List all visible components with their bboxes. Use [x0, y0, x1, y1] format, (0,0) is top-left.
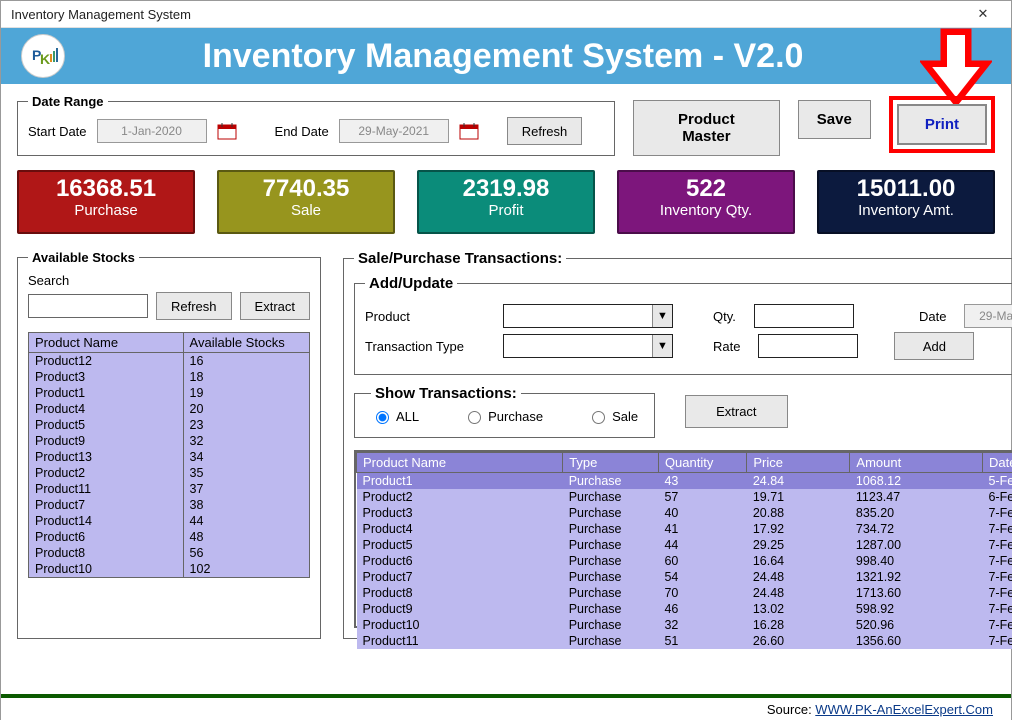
- qty-label: Qty.: [713, 309, 736, 324]
- product-combo[interactable]: ▼: [503, 304, 673, 328]
- stocks-table[interactable]: Product Name Available Stocks Product121…: [28, 332, 310, 578]
- start-date-input[interactable]: [97, 119, 207, 143]
- available-stocks-legend: Available Stocks: [28, 250, 139, 265]
- end-date-input[interactable]: [339, 119, 449, 143]
- metric-sale: 7740.35 Sale: [217, 170, 395, 234]
- table-row[interactable]: Product523: [29, 417, 310, 433]
- txn-type-label: Transaction Type: [365, 339, 485, 354]
- svg-text:K: K: [40, 51, 50, 67]
- metric-profit: 2319.98 Profit: [417, 170, 595, 234]
- start-date-label: Start Date: [28, 124, 87, 139]
- end-date-label: End Date: [275, 124, 329, 139]
- metric-inventory-amt: 15011.00 Inventory Amt.: [817, 170, 995, 234]
- radio-all[interactable]: ALL: [371, 408, 419, 424]
- show-transactions-group: Show Transactions: ALL Purchase Sale: [354, 385, 655, 438]
- qty-input[interactable]: [754, 304, 854, 328]
- table-row[interactable]: Product1Purchase4324.841068.125-Feb-20: [357, 473, 1012, 490]
- add-update-group: Add/Update Product ▼ Qty. Date: [354, 275, 1012, 375]
- window-close-icon[interactable]: ✕: [961, 1, 1005, 27]
- calendar-icon[interactable]: [217, 121, 237, 141]
- table-row[interactable]: Product6Purchase6016.64998.407-Feb-20: [357, 553, 1012, 569]
- logo-icon: P K: [21, 34, 65, 78]
- footer-link[interactable]: WWW.PK-AnExcelExpert.Com: [815, 702, 993, 717]
- metric-inventory-qty: 522 Inventory Qty.: [617, 170, 795, 234]
- stocks-extract-button[interactable]: Extract: [240, 292, 310, 320]
- table-row[interactable]: Product5Purchase4429.251287.007-Feb-20: [357, 537, 1012, 553]
- table-row[interactable]: Product856: [29, 545, 310, 561]
- rate-label: Rate: [713, 339, 740, 354]
- table-row[interactable]: Product235: [29, 465, 310, 481]
- table-row[interactable]: Product9Purchase4613.02598.927-Feb-20: [357, 601, 1012, 617]
- add-button[interactable]: Add: [894, 332, 974, 360]
- stocks-search-input[interactable]: [28, 294, 148, 318]
- date-range-legend: Date Range: [28, 94, 108, 109]
- footer-label: Source:: [767, 702, 815, 717]
- calendar-icon[interactable]: [459, 121, 479, 141]
- add-update-legend: Add/Update: [365, 275, 457, 292]
- table-row[interactable]: Product1137: [29, 481, 310, 497]
- window-title: Inventory Management System: [11, 7, 191, 22]
- stocks-col-qty: Available Stocks: [183, 333, 309, 353]
- table-row[interactable]: Product119: [29, 385, 310, 401]
- available-stocks-group: Available Stocks Search Refresh Extract …: [17, 250, 321, 639]
- table-row[interactable]: Product932: [29, 433, 310, 449]
- refresh-button[interactable]: Refresh: [507, 117, 583, 145]
- print-highlight-box: Print: [889, 96, 995, 153]
- txn-date-label: Date: [919, 309, 946, 324]
- table-row[interactable]: Product10102: [29, 561, 310, 578]
- transactions-table-wrap: Product Name Type Quantity Price Amount …: [354, 450, 1012, 628]
- table-row[interactable]: Product420: [29, 401, 310, 417]
- transactions-legend: Sale/Purchase Transactions:: [354, 250, 566, 267]
- show-transactions-legend: Show Transactions:: [371, 385, 521, 402]
- table-row[interactable]: Product7Purchase5424.481321.927-Feb-20: [357, 569, 1012, 585]
- table-row[interactable]: Product738: [29, 497, 310, 513]
- stocks-col-name: Product Name: [29, 333, 184, 353]
- table-row[interactable]: Product1444: [29, 513, 310, 529]
- radio-purchase[interactable]: Purchase: [463, 408, 543, 424]
- metrics-row: 16368.51 Purchase 7740.35 Sale 2319.98 P…: [17, 170, 995, 234]
- stocks-refresh-button[interactable]: Refresh: [156, 292, 232, 320]
- transactions-extract-button[interactable]: Extract: [685, 395, 787, 428]
- metric-purchase: 16368.51 Purchase: [17, 170, 195, 234]
- rate-input[interactable]: [758, 334, 858, 358]
- table-row[interactable]: Product10Purchase3216.28520.967-Feb-20: [357, 617, 1012, 633]
- table-row[interactable]: Product318: [29, 369, 310, 385]
- table-row[interactable]: Product2Purchase5719.711123.476-Feb-20: [357, 489, 1012, 505]
- table-row[interactable]: Product1334: [29, 449, 310, 465]
- table-row[interactable]: Product11Purchase5126.601356.607-Feb-20: [357, 633, 1012, 649]
- product-master-button[interactable]: Product Master: [633, 100, 780, 156]
- table-row[interactable]: Product4Purchase4117.92734.727-Feb-20: [357, 521, 1012, 537]
- transactions-group: Sale/Purchase Transactions: Add/Update P…: [343, 250, 1012, 639]
- table-row[interactable]: Product8Purchase7024.481713.607-Feb-20: [357, 585, 1012, 601]
- search-label: Search: [28, 273, 310, 288]
- date-range-group: Date Range Start Date End Date Refresh: [17, 94, 615, 156]
- window-titlebar: Inventory Management System ✕: [1, 1, 1011, 28]
- transactions-table[interactable]: Product Name Type Quantity Price Amount …: [356, 452, 1012, 649]
- save-button[interactable]: Save: [798, 100, 871, 139]
- txn-type-combo[interactable]: ▼: [503, 334, 673, 358]
- table-row[interactable]: Product3Purchase4020.88835.207-Feb-20: [357, 505, 1012, 521]
- header-banner: P K Inventory Management System - V2.0: [1, 28, 1011, 84]
- table-row[interactable]: Product648: [29, 529, 310, 545]
- txn-date-input[interactable]: [964, 304, 1012, 328]
- radio-sale[interactable]: Sale: [587, 408, 638, 424]
- table-row[interactable]: Product1216: [29, 353, 310, 370]
- footer: Source: WWW.PK-AnExcelExpert.Com: [1, 694, 1011, 721]
- app-title: Inventory Management System - V2.0: [65, 37, 941, 76]
- product-label: Product: [365, 309, 485, 324]
- print-button[interactable]: Print: [897, 104, 987, 145]
